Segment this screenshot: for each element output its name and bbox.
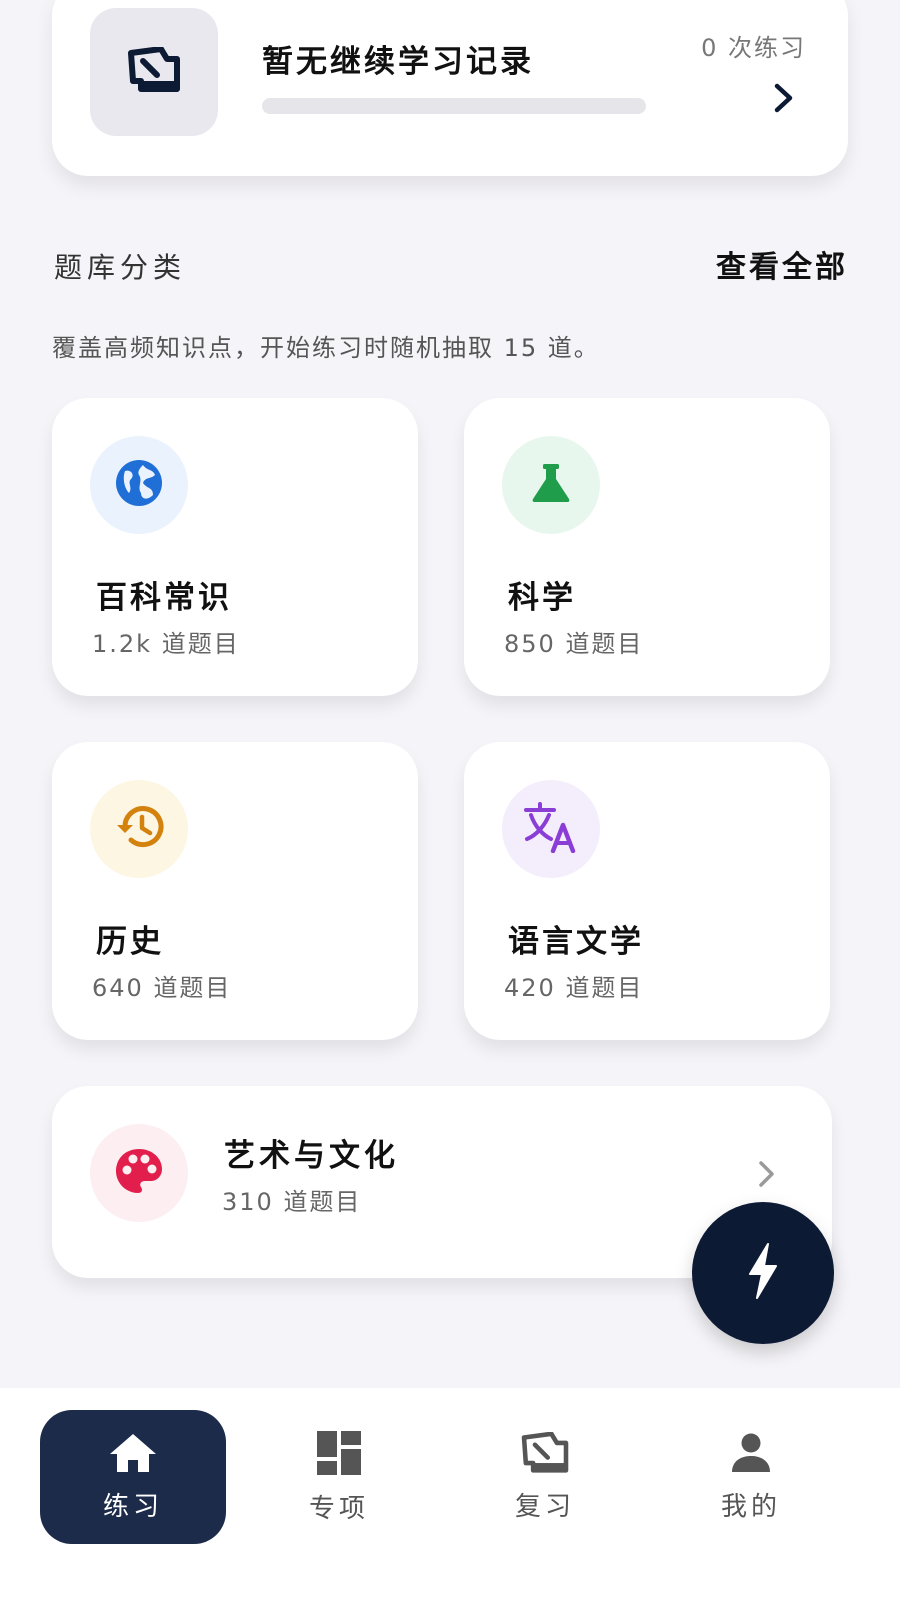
category-count: 640 道题目 (92, 974, 232, 1002)
category-card-encyclopedia[interactable]: 百科常识 1.2k 道题目 (52, 398, 418, 696)
nav-label: 复习 (514, 1491, 575, 1522)
quick-practice-fab[interactable] (692, 1202, 834, 1344)
category-count: 310 道题目 (222, 1188, 362, 1216)
view-all-link[interactable]: 查看全部 (716, 242, 848, 286)
category-card-history[interactable]: 历史 640 道题目 (52, 742, 418, 1040)
category-count: 850 道题目 (504, 630, 644, 658)
category-name: 语言文学 (508, 924, 644, 960)
section-description: 覆盖高频知识点，开始练习时随机抽取 15 道。 (52, 334, 600, 362)
continue-icon-box (90, 8, 218, 136)
category-icon-bg (502, 436, 600, 534)
continue-learning-card[interactable]: 暂无继续学习记录 0 次练习 (52, 0, 848, 176)
category-icon-bg (90, 1124, 188, 1222)
flask-icon (529, 461, 573, 509)
category-icon-bg (90, 436, 188, 534)
review-book-icon (127, 46, 181, 97)
continue-progress-bar (262, 98, 646, 114)
person-icon (730, 1432, 772, 1478)
category-name: 百科常识 (96, 580, 232, 616)
nav-item-practice[interactable]: 练习 (40, 1410, 226, 1544)
category-name: 科学 (508, 580, 576, 616)
chevron-right-icon[interactable] (770, 80, 798, 116)
continue-title: 暂无继续学习记录 (262, 44, 534, 80)
category-card-literature[interactable]: 语言文学 420 道题目 (464, 742, 830, 1040)
category-name: 艺术与文化 (224, 1138, 399, 1174)
home-icon (108, 1432, 158, 1478)
nav-item-special[interactable]: 专项 (246, 1410, 432, 1544)
practice-count: 0 次练习 (701, 34, 806, 62)
section-title: 题库分类 (54, 251, 187, 284)
category-name: 历史 (96, 924, 164, 960)
translate-icon (523, 801, 579, 857)
category-icon-bg (90, 780, 188, 878)
category-count: 420 道题目 (504, 974, 644, 1002)
palette-icon (113, 1146, 165, 1200)
category-icon-bg (502, 780, 600, 878)
nav-label: 练习 (102, 1491, 163, 1522)
review-book-icon (520, 1431, 570, 1478)
category-card-science[interactable]: 科学 850 道题目 (464, 398, 830, 696)
dashboard-icon (316, 1430, 362, 1480)
nav-item-mine[interactable]: 我的 (658, 1410, 844, 1544)
bottom-navigation: 练习 专项 复习 我的 (0, 1388, 900, 1600)
chevron-right-icon (754, 1156, 780, 1192)
nav-label: 专项 (308, 1493, 369, 1524)
history-icon (113, 803, 165, 855)
nav-label: 我的 (720, 1491, 781, 1522)
lightning-icon (746, 1242, 780, 1304)
practice-page: 暂无继续学习记录 0 次练习 题库分类 查看全部 覆盖高频知识点，开始练习时随机… (0, 0, 900, 1600)
globe-icon (113, 457, 165, 513)
nav-item-review[interactable]: 复习 (452, 1410, 638, 1544)
category-count: 1.2k 道题目 (92, 630, 240, 658)
